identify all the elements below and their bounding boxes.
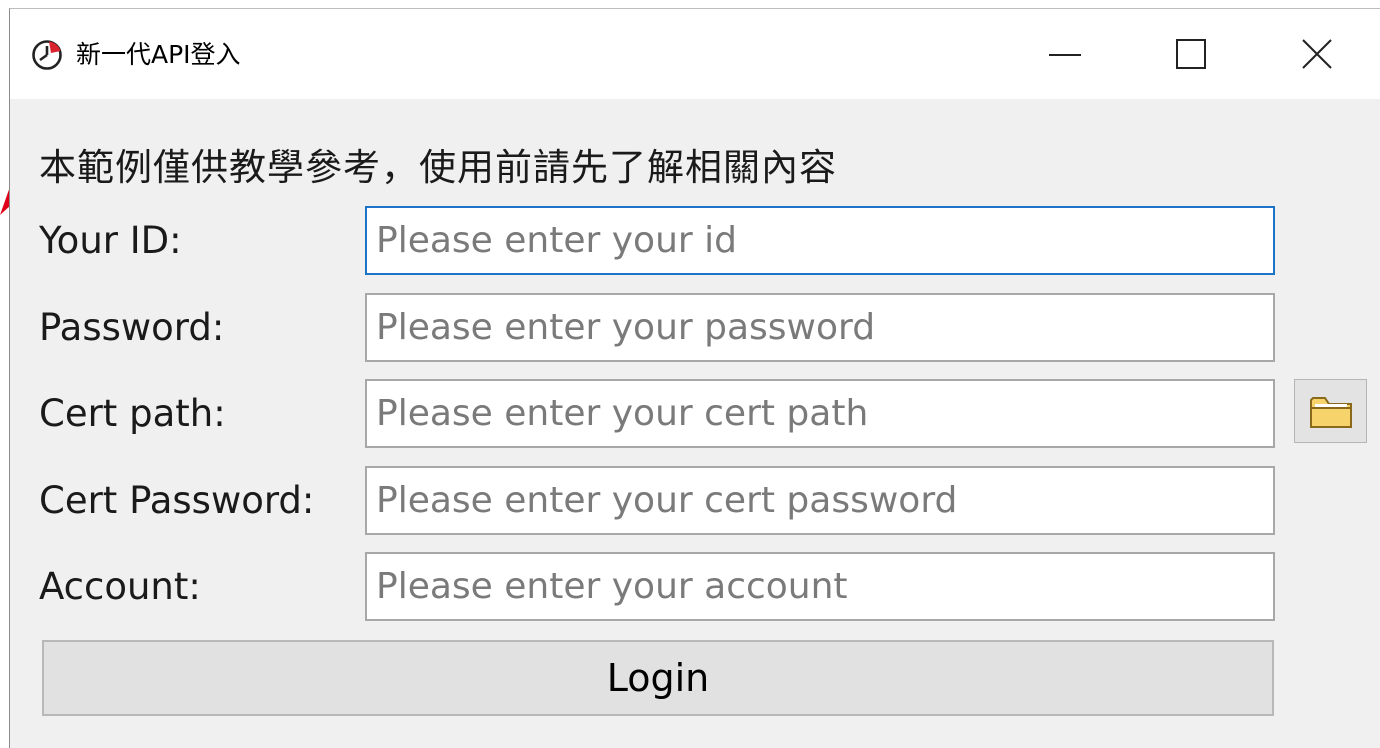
window-title: 新一代API登入 (76, 40, 241, 69)
account-label: Account: (39, 565, 201, 608)
stopwatch-icon (30, 38, 64, 72)
cert-password-label: Cert Password: (39, 479, 315, 522)
title-bar[interactable]: 新一代API登入 (10, 9, 1380, 99)
close-icon (1302, 39, 1332, 69)
close-button[interactable] (1254, 9, 1380, 99)
browse-cert-button[interactable] (1294, 379, 1367, 443)
id-label: Your ID: (39, 219, 182, 262)
minimize-button[interactable] (1002, 9, 1128, 99)
folder-icon (1310, 397, 1352, 428)
password-label: Password: (39, 306, 225, 349)
cert-password-input[interactable] (365, 466, 1275, 535)
login-window: 新一代API登入 本範例僅供教學參考，使用前請先了解相關內容 Your ID: … (9, 8, 1380, 748)
maximize-button[interactable] (1128, 9, 1254, 99)
password-input[interactable] (365, 293, 1275, 362)
id-input[interactable] (365, 206, 1275, 275)
account-input[interactable] (365, 552, 1275, 621)
cert-path-input[interactable] (365, 379, 1275, 448)
notice-text: 本範例僅供教學參考，使用前請先了解相關內容 (39, 146, 837, 189)
login-button[interactable]: Login (42, 640, 1274, 716)
cert-path-label: Cert path: (39, 392, 226, 435)
minimize-icon (1049, 54, 1081, 56)
maximize-icon (1176, 39, 1206, 69)
